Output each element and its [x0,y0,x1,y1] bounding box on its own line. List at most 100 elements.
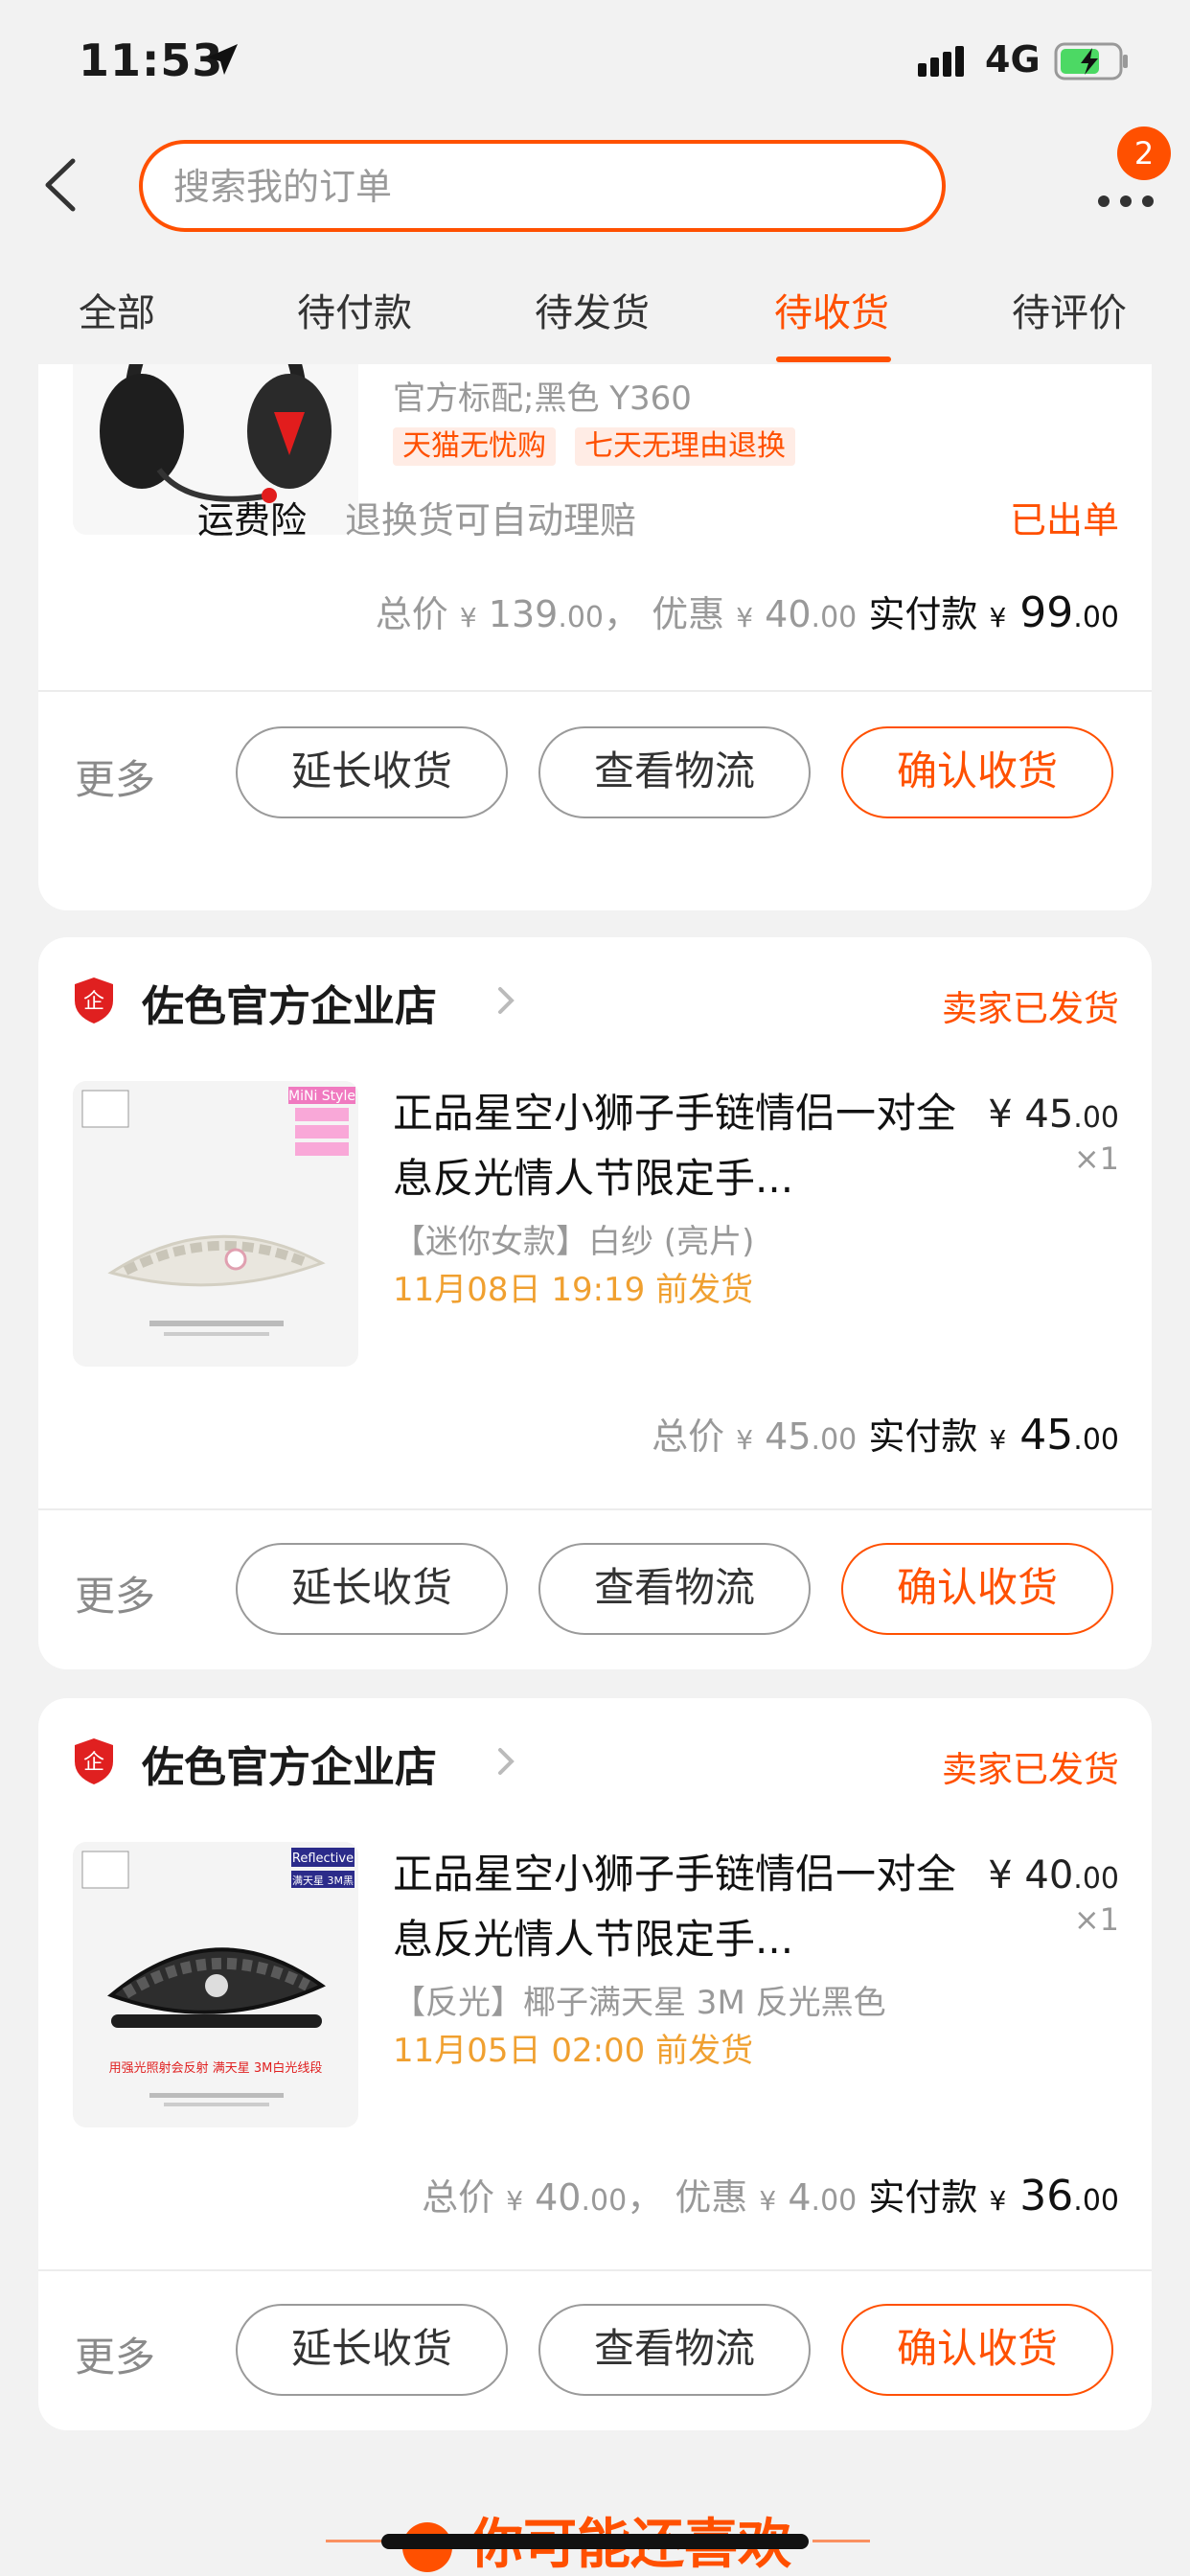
paid-decimal: .00 [1073,2184,1119,2218]
order-status: 卖家已发货 [942,1749,1119,1790]
thumb-badge-line: Reflective [292,1852,354,1866]
discount-decimal: .00 [811,601,858,634]
store-shield-icon: 企 [71,976,117,1029]
more-link[interactable]: 更多 [75,2325,155,2383]
currency-symbol: ¥ [989,602,1007,633]
paid-label: 实付款 [868,2176,978,2219]
currency-symbol: ¥ [459,602,477,633]
home-indicator[interactable] [381,2534,809,2549]
tab-all[interactable]: 全部 [79,282,155,337]
currency-symbol: ¥ [989,1424,1007,1456]
insurance-status: 已出单 [1009,499,1119,541]
tab-pending-receipt[interactable]: 待收货 [774,282,889,337]
product-sku: 【迷你女款】白纱 (亮片) [393,1223,755,1261]
insurance-desc: 退换货可自动理赔 [345,499,637,541]
product-quantity: ×1 [1073,1140,1119,1177]
decor-line-right [812,2540,870,2542]
price-amount: 45 [1024,1092,1074,1137]
extend-receipt-button[interactable]: 延长收货 [236,726,508,818]
tab-pending-payment[interactable]: 待付款 [297,282,412,337]
paid-amount: 45 [1019,1411,1074,1460]
order-card: 企 佐色官方企业店 卖家已发货 Reflective 满天星 3M黑 用强光照射… [38,1698,1152,2430]
price-amount: 40 [1024,1853,1074,1898]
product-title[interactable]: 正品星空小狮子手链情侣一对全息反光情人节限定手... [393,1842,958,1972]
more-options-button[interactable] [1092,182,1159,220]
order-list: 官方标配;黑色 Y360 天猫无忧购 七天无理由退换 运费险 退换货可自动理赔 … [0,364,1190,2576]
store-header[interactable]: 企 佐色官方企业店 卖家已发货 [38,1698,1152,1823]
total-decimal: .00 [811,1423,858,1457]
price-decimal: .00 [1073,1862,1119,1896]
order-actions: 更多 延长收货 查看物流 确认收货 [38,1543,1152,1639]
order-actions: 更多 延长收货 查看物流 确认收货 [38,726,1152,822]
battery-charging-icon [1054,42,1131,84]
currency-symbol: ¥ [988,1092,1013,1137]
order-total-summary: 总价 ¥ 45.00 实付款 ¥ 45.00 [652,1407,1119,1460]
order-card: 官方标配;黑色 Y360 天猫无忧购 七天无理由退换 运费险 退换货可自动理赔 … [38,364,1152,910]
currency-symbol: ¥ [736,1424,754,1456]
tag-tmall-worry-free: 天猫无忧购 [393,427,556,466]
currency-symbol: ¥ [989,2185,1007,2217]
store-shield-icon: 企 [71,1736,117,1790]
discount-label: 优惠 [652,593,725,635]
tag-seven-day-return: 七天无理由退换 [575,427,795,466]
order-search-box[interactable] [139,140,946,232]
active-tab-indicator [776,356,891,362]
thumb-caption: 用强光照射会反射 满天星 3M白光线段 [109,2060,323,2076]
order-status-tabs: 全部 待付款 待发货 待收货 待评价 [0,240,1190,364]
currency-symbol: ¥ [759,2185,777,2217]
paid-decimal: .00 [1073,601,1119,634]
store-name[interactable]: 佐色官方企业店 [142,1733,437,1794]
paid-decimal: .00 [1073,1423,1119,1457]
divider [38,690,1152,692]
total-amount: 40 [535,2176,582,2219]
discount-decimal: .00 [811,2184,858,2218]
more-link[interactable]: 更多 [75,748,155,806]
thumb-badge-line: 满天星 3M黑 [292,1874,354,1887]
more-link[interactable]: 更多 [75,1564,155,1622]
view-logistics-button[interactable]: 查看物流 [538,1543,811,1635]
thumb-badge-line: MiNi Style [288,1089,355,1104]
extend-receipt-button[interactable]: 延长收货 [236,2304,508,2396]
freight-insurance-row[interactable]: 运费险 退换货可自动理赔 已出单 [38,491,1152,548]
ship-deadline: 11月05日 02:00 前发货 [393,2032,754,2070]
chevron-right-icon [494,1744,517,1782]
tab-pending-shipment[interactable]: 待发货 [535,282,650,337]
product-title[interactable]: 正品星空小狮子手链情侣一对全息反光情人节限定手... [393,1081,958,1211]
cellular-signal-icon [918,44,975,82]
status-bar: 11:53 4G [0,0,1190,125]
location-arrow-icon [203,40,241,82]
product-price: ¥ 40.00 [988,1853,1119,1898]
extend-receipt-button[interactable]: 延长收货 [236,1543,508,1635]
decor-line-left [326,2540,389,2542]
product-thumbnail-bracelet-black[interactable]: Reflective 满天星 3M黑 用强光照射会反射 满天星 3M白光线段 [73,1842,358,2128]
order-total-summary: 总价 ¥ 139.00， 优惠 ¥ 40.00 实付款 ¥ 99.00 [376,585,1119,637]
back-button[interactable] [34,153,92,217]
product-thumbnail-bracelet-white[interactable]: MiNi Style [73,1081,358,1367]
more-dots-icon [1098,196,1154,207]
order-card: 企 佐色官方企业店 卖家已发货 MiNi Style 正品星空小狮子手链情侣一对… [38,937,1152,1669]
total-decimal: .00 [558,601,605,634]
tab-pending-review[interactable]: 待评价 [1012,282,1127,337]
svg-text:企: 企 [83,990,104,1014]
product-price: ¥ 45.00 [988,1092,1119,1137]
divider [38,2269,1152,2271]
currency-symbol: ¥ [736,602,754,633]
product-sku: 【反光】椰子满天星 3M 反光黑色 [393,1984,886,2022]
confirm-receipt-button[interactable]: 确认收货 [841,726,1113,818]
order-status: 卖家已发货 [942,988,1119,1029]
chevron-left-icon [45,158,76,212]
separator-comma: ， [627,2176,664,2219]
currency-symbol: ¥ [988,1853,1013,1898]
total-amount: 139 [488,593,559,635]
view-logistics-button[interactable]: 查看物流 [538,2304,811,2396]
confirm-receipt-button[interactable]: 确认收货 [841,1543,1113,1635]
store-header[interactable]: 企 佐色官方企业店 卖家已发货 [38,937,1152,1062]
confirm-receipt-button[interactable]: 确认收货 [841,2304,1113,2396]
view-logistics-button[interactable]: 查看物流 [538,726,811,818]
order-total-summary: 总价 ¥ 40.00， 优惠 ¥ 4.00 实付款 ¥ 36.00 [422,2168,1119,2220]
header: 2 [0,125,1190,240]
ship-deadline: 11月08日 19:19 前发货 [393,1271,754,1309]
total-label: 总价 [422,2176,495,2219]
store-name[interactable]: 佐色官方企业店 [142,972,437,1033]
search-input[interactable] [172,144,904,230]
